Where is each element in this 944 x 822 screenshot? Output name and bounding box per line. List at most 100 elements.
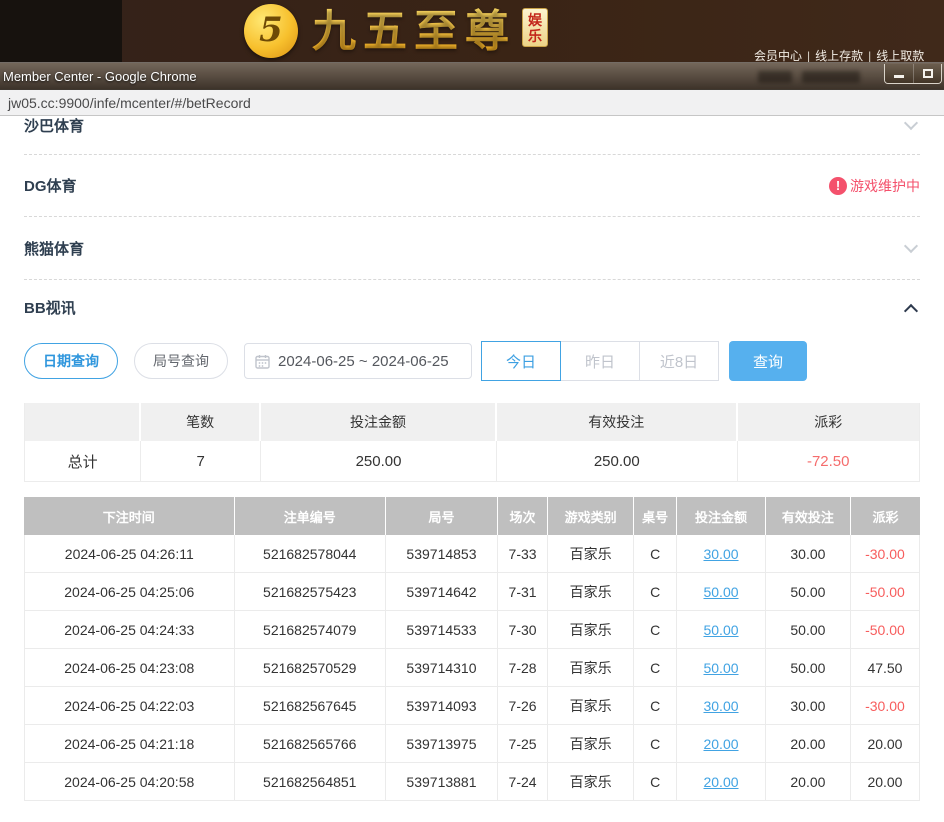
minimize-button[interactable] bbox=[885, 64, 913, 83]
session-cell: 7-33 bbox=[498, 535, 548, 573]
bets-header-cell: 桌号 bbox=[634, 497, 677, 535]
table-row: 2024-06-25 04:26:11521682578044539714853… bbox=[24, 535, 920, 573]
summary-header-cell bbox=[25, 403, 141, 441]
calendar-icon bbox=[255, 354, 270, 369]
maximize-button[interactable] bbox=[913, 64, 941, 83]
brand-logo: 5 九五至尊 娱乐 bbox=[244, 4, 548, 60]
brand-badge: 娱乐 bbox=[522, 8, 548, 47]
payout-cell: 47.50 bbox=[851, 649, 920, 687]
session-cell: 7-31 bbox=[498, 573, 548, 611]
valid-bet-cell: 30.00 bbox=[766, 687, 851, 725]
session-cell: 7-25 bbox=[498, 725, 548, 763]
url-text: jw05.cc:9900/infe/mcenter/#/betRecord bbox=[0, 95, 251, 111]
window-titlebar[interactable]: Member Center - Google Chrome bbox=[0, 62, 944, 90]
table-row: 2024-06-25 04:21:18521682565766539713975… bbox=[24, 725, 920, 763]
screen: 沙巴体育 DG体育 ! 游戏维护中 熊猫体育 BB视讯 日期查询 局号查询 bbox=[0, 0, 944, 822]
section-title: BB视讯 bbox=[24, 297, 76, 318]
payout-cell: 20.00 bbox=[851, 725, 920, 763]
nav-separator: | bbox=[807, 49, 810, 63]
bet-amount-cell: 20.00 bbox=[677, 725, 766, 763]
round-no-cell: 539714853 bbox=[386, 535, 498, 573]
bet-amount-link[interactable]: 50.00 bbox=[703, 660, 738, 676]
table-no-cell: C bbox=[634, 535, 677, 573]
summary-header-cell: 笔数 bbox=[141, 403, 261, 441]
bets-header-cell: 下注时间 bbox=[24, 497, 235, 535]
quick-8days-button[interactable]: 近8日 bbox=[639, 341, 719, 381]
bet-time-cell: 2024-06-25 04:25:06 bbox=[24, 573, 235, 611]
table-row: 2024-06-25 04:23:08521682570529539714310… bbox=[24, 649, 920, 687]
bet-time-cell: 2024-06-25 04:26:11 bbox=[24, 535, 235, 573]
session-cell: 7-26 bbox=[498, 687, 548, 725]
bets-header-cell: 派彩 bbox=[851, 497, 920, 535]
valid-bet-cell: 20.00 bbox=[766, 763, 851, 801]
session-cell: 7-28 bbox=[498, 649, 548, 687]
bet-time-cell: 2024-06-25 04:20:58 bbox=[24, 763, 235, 801]
table-no-cell: C bbox=[634, 611, 677, 649]
valid-bet-cell: 50.00 bbox=[766, 611, 851, 649]
bet-amount-cell: 50.00 bbox=[677, 573, 766, 611]
valid-bet-cell: 30.00 bbox=[766, 535, 851, 573]
summary-header-cell: 投注金额 bbox=[261, 403, 497, 441]
order-no-cell: 521682564851 bbox=[235, 763, 386, 801]
valid-bet-cell: 50.00 bbox=[766, 649, 851, 687]
date-range-input[interactable]: 2024-06-25 ~ 2024-06-25 bbox=[244, 343, 472, 379]
tab-round-query[interactable]: 局号查询 bbox=[134, 343, 228, 379]
bet-amount-cell: 50.00 bbox=[677, 649, 766, 687]
bet-time-cell: 2024-06-25 04:21:18 bbox=[24, 725, 235, 763]
bet-amount-link[interactable]: 50.00 bbox=[703, 584, 738, 600]
bet-amount-link[interactable]: 30.00 bbox=[703, 546, 738, 562]
search-button[interactable]: 查询 bbox=[729, 341, 807, 381]
bet-time-cell: 2024-06-25 04:23:08 bbox=[24, 649, 235, 687]
summary-valid-bet: 250.00 bbox=[497, 441, 737, 481]
round-no-cell: 539714093 bbox=[386, 687, 498, 725]
round-no-cell: 539713881 bbox=[386, 763, 498, 801]
round-no-cell: 539714310 bbox=[386, 649, 498, 687]
quick-yesterday-button[interactable]: 昨日 bbox=[560, 341, 640, 381]
order-no-cell: 521682575423 bbox=[235, 573, 386, 611]
bets-header-cell: 局号 bbox=[386, 497, 498, 535]
game-type-cell: 百家乐 bbox=[548, 573, 634, 611]
bets-table-body: 2024-06-25 04:26:11521682578044539714853… bbox=[24, 535, 920, 801]
table-no-cell: C bbox=[634, 725, 677, 763]
nav-deposit[interactable]: 线上存款 bbox=[815, 49, 863, 63]
tab-date-query[interactable]: 日期查询 bbox=[24, 343, 118, 379]
round-no-cell: 539714642 bbox=[386, 573, 498, 611]
section-title: 沙巴体育 bbox=[24, 115, 84, 136]
order-no-cell: 521682567645 bbox=[235, 687, 386, 725]
table-row: 2024-06-25 04:24:33521682574079539714533… bbox=[24, 611, 920, 649]
payout-cell: -30.00 bbox=[851, 535, 920, 573]
bets-header-cell: 场次 bbox=[498, 497, 548, 535]
bet-amount-link[interactable]: 50.00 bbox=[703, 622, 738, 638]
valid-bet-cell: 20.00 bbox=[766, 725, 851, 763]
nav-member-center[interactable]: 会员中心 bbox=[754, 49, 802, 63]
game-type-cell: 百家乐 bbox=[548, 763, 634, 801]
bet-amount-link[interactable]: 20.00 bbox=[703, 774, 738, 790]
nav-separator: | bbox=[868, 49, 871, 63]
maintenance-badge: ! 游戏维护中 bbox=[829, 176, 920, 196]
bets-table-header: 下注时间注单编号局号场次游戏类别桌号投注金额有效投注派彩 bbox=[24, 497, 920, 535]
bets-header-cell: 投注金额 bbox=[677, 497, 766, 535]
bet-amount-link[interactable]: 30.00 bbox=[703, 698, 738, 714]
chevron-up-icon bbox=[904, 303, 918, 317]
chevron-down-icon bbox=[904, 116, 918, 130]
table-no-cell: C bbox=[634, 763, 677, 801]
filter-bar: 日期查询 局号查询 2024-06-25 ~ 2024-06-25 今日 昨日 … bbox=[24, 341, 920, 381]
address-bar[interactable]: jw05.cc:9900/infe/mcenter/#/betRecord bbox=[0, 90, 944, 116]
bets-table: 下注时间注单编号局号场次游戏类别桌号投注金额有效投注派彩 2024-06-25 … bbox=[24, 497, 920, 801]
summary-header-cell: 有效投注 bbox=[497, 403, 737, 441]
table-no-cell: C bbox=[634, 649, 677, 687]
section-title: DG体育 bbox=[24, 175, 77, 196]
quick-today-button[interactable]: 今日 bbox=[481, 341, 561, 381]
nav-withdraw[interactable]: 线上取款 bbox=[876, 49, 924, 63]
payout-cell: -50.00 bbox=[851, 573, 920, 611]
window-controls bbox=[884, 64, 942, 84]
section-row-bb[interactable]: BB视讯 bbox=[24, 280, 920, 335]
window-title: Member Center - Google Chrome bbox=[0, 69, 197, 84]
bet-amount-link[interactable]: 20.00 bbox=[703, 736, 738, 752]
order-no-cell: 521682574079 bbox=[235, 611, 386, 649]
section-row-panda[interactable]: 熊猫体育 bbox=[24, 217, 920, 280]
game-type-cell: 百家乐 bbox=[548, 725, 634, 763]
section-row-dg[interactable]: DG体育 ! 游戏维护中 bbox=[24, 155, 920, 217]
summary-count: 7 bbox=[141, 441, 261, 481]
bet-time-cell: 2024-06-25 04:24:33 bbox=[24, 611, 235, 649]
